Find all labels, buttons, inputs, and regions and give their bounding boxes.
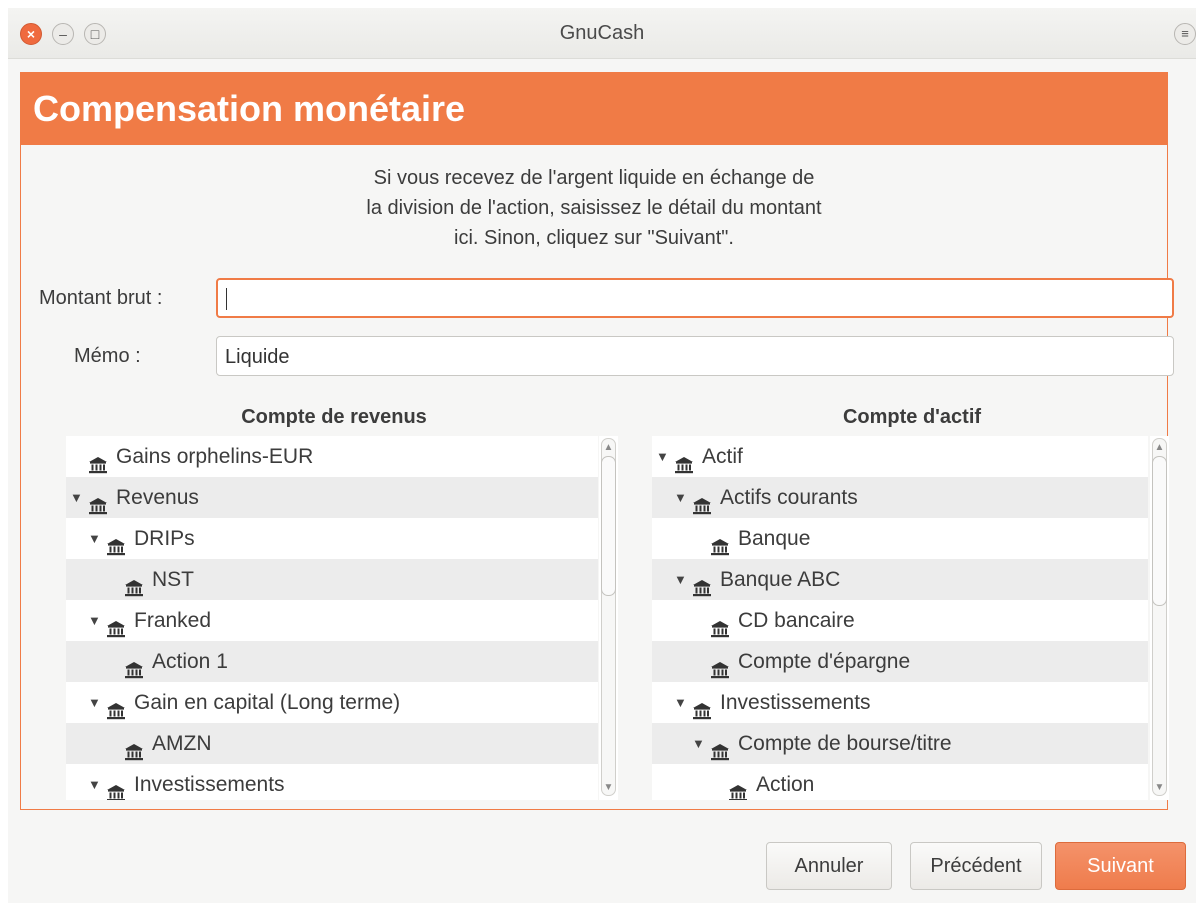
tree-row[interactable]: Compte d'épargne [652,641,1148,682]
expander-icon[interactable]: ▼ [674,559,687,600]
tree-row[interactable]: ▼ Gain en capital (Long terme) [66,682,598,723]
account-name: Actifs courants [720,486,858,509]
expander-icon[interactable]: ▼ [88,764,101,800]
page-description: Si vous recevez de l'argent liquide en é… [21,163,1167,253]
asset-scrollbar[interactable]: ▲ ▼ [1150,436,1169,800]
description-line: Si vous recevez de l'argent liquide en é… [373,167,815,189]
bank-icon [728,775,748,800]
description-line: la division de l'action, saisissez le dé… [366,197,822,219]
account-name: Revenus [116,486,199,509]
tree-row[interactable]: ▼ Investissements [652,682,1148,723]
gross-amount-input[interactable] [216,278,1174,318]
tree-row[interactable]: ▼ Franked [66,600,598,641]
bank-icon [124,734,144,761]
account-name: Action [756,773,815,796]
cancel-button[interactable]: Annuler [766,842,892,890]
bank-icon [124,652,144,679]
scroll-down-icon[interactable]: ▼ [599,782,618,793]
bank-icon [710,652,730,679]
tree-row[interactable]: Action [652,764,1148,800]
expander-icon[interactable]: ▼ [88,518,101,559]
back-button[interactable]: Précédent [910,842,1042,890]
tree-row[interactable]: ▼ Actifs courants [652,477,1148,518]
account-name: Banque ABC [720,568,841,591]
scroll-down-icon[interactable]: ▼ [1150,782,1169,793]
bank-icon [106,693,126,720]
income-account-tree[interactable]: Gains orphelins-EUR ▼ Revenus ▼ DRIPs NST ▼ Fra… [66,436,598,800]
account-name: AMZN [152,732,212,755]
tree-row[interactable]: ▼ Revenus [66,477,598,518]
description-line: ici. Sinon, cliquez sur "Suivant". [454,227,734,249]
expander-icon[interactable]: ▼ [692,723,705,764]
income-account-header: Compte de revenus [241,406,427,428]
asset-account-tree[interactable]: ▼ Actif ▼ Actifs courants Banque ▼ Banque ABC C… [652,436,1148,800]
window-menu-icon[interactable]: ≡ [1174,23,1196,45]
scroll-up-icon[interactable]: ▲ [599,442,618,453]
tree-row[interactable]: ▼ Banque ABC [652,559,1148,600]
tree-row[interactable]: ▼ DRIPs [66,518,598,559]
account-name: Actif [702,445,743,468]
gross-amount-label: Montant brut : [39,287,163,309]
assistant-page: Compensation monétaire Si vous recevez d… [20,72,1174,810]
bank-icon [692,488,712,515]
bank-icon [710,611,730,638]
bank-icon [692,693,712,720]
account-name: Action 1 [152,650,228,673]
tree-row[interactable]: Banque [652,518,1148,559]
bank-icon [124,570,144,597]
tree-row[interactable]: ▼ Investissements [66,764,598,800]
account-name: Investissements [134,773,285,796]
tree-row[interactable]: ▼ Actif [652,436,1148,477]
account-name: Compte de bourse/titre [738,732,952,755]
next-button[interactable]: Suivant [1055,842,1186,890]
memo-label: Mémo : [74,345,141,367]
bank-icon [710,734,730,761]
scrollbar-thumb[interactable] [1152,456,1167,606]
account-name: Banque [738,527,811,550]
account-name: Investissements [720,691,871,714]
bank-icon [710,529,730,556]
account-name: DRIPs [134,527,195,550]
tree-row[interactable]: AMZN [66,723,598,764]
bank-icon [88,447,108,474]
tree-row[interactable]: CD bancaire [652,600,1148,641]
account-name: Franked [134,609,212,632]
expander-icon[interactable]: ▼ [656,436,669,477]
income-scrollbar[interactable]: ▲ ▼ [599,436,618,800]
expander-icon[interactable]: ▼ [674,682,687,723]
scrollbar-thumb[interactable] [601,456,616,596]
title-bar: × – □ GnuCash ≡ [8,8,1196,59]
account-name: NST [152,568,194,591]
expander-icon[interactable]: ▼ [674,477,687,518]
account-name: Compte d'épargne [738,650,911,673]
page-title: Compensation monétaire [21,73,1167,145]
expander-icon[interactable]: ▼ [70,477,83,518]
tree-row[interactable]: Gains orphelins-EUR [66,436,598,477]
expander-icon[interactable]: ▼ [88,600,101,641]
bank-icon [692,570,712,597]
bank-icon [106,529,126,556]
tree-row[interactable]: NST [66,559,598,600]
tree-row[interactable]: ▼ Compte de bourse/titre [652,723,1148,764]
bank-icon [674,447,694,474]
bank-icon [106,611,126,638]
account-name: CD bancaire [738,609,855,632]
asset-account-header: Compte d'actif [842,406,982,428]
bank-icon [88,488,108,515]
account-name: Gain en capital (Long terme) [134,691,401,714]
scroll-up-icon[interactable]: ▲ [1150,442,1169,453]
text-caret [226,288,227,310]
memo-input[interactable]: Liquide [216,336,1174,376]
bank-icon [106,775,126,800]
tree-row[interactable]: Action 1 [66,641,598,682]
window-title: GnuCash [559,22,645,44]
expander-icon[interactable]: ▼ [88,682,101,723]
account-name: Gains orphelins-EUR [116,445,314,468]
